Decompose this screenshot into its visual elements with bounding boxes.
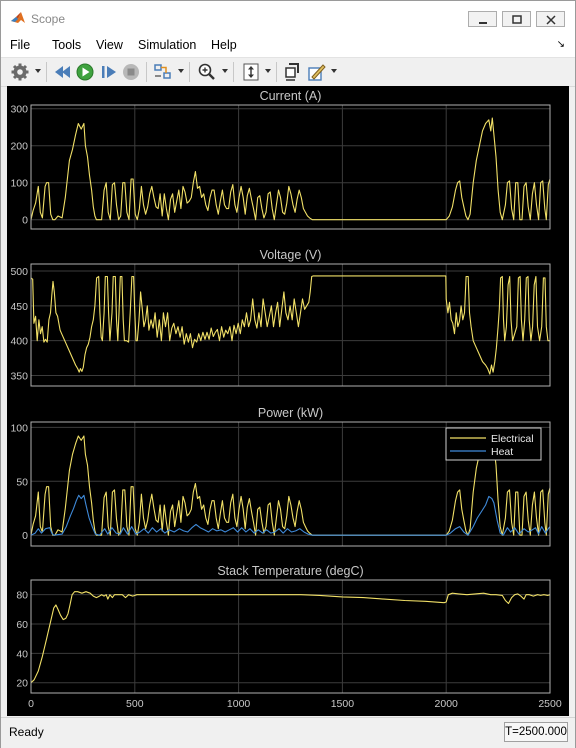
toolbar-separator (46, 62, 47, 82)
step-forward-icon[interactable] (99, 62, 119, 82)
series-line (30, 117, 551, 221)
axes-3: Power (kW) 0 50 100 ElectricalHeat (10, 406, 551, 547)
minimize-button[interactable] (468, 11, 497, 27)
y-tick-label: 100 (10, 422, 28, 434)
highlight-dropdown-arrow[interactable] (178, 69, 184, 73)
legend: ElectricalHeat (445, 427, 542, 461)
gear-dropdown-arrow[interactable] (35, 69, 41, 73)
toolbar (1, 57, 575, 87)
toolbar-separator (189, 62, 190, 82)
y-tick-label: 200 (10, 141, 28, 153)
y-tick-label: 350 (10, 371, 28, 383)
legend-label: Electrical (491, 433, 534, 445)
x-tick-label: 2500 (538, 698, 562, 710)
menu-view[interactable]: View (96, 38, 123, 52)
menu-help[interactable]: Help (211, 38, 237, 52)
status-bar: Ready T=2500.000 (1, 717, 575, 748)
status-text: Ready (9, 725, 44, 739)
y-tick-label: 500 (10, 266, 28, 278)
legend-label: Heat (491, 446, 513, 458)
series-line (30, 591, 551, 684)
axes-1: Current (A) 0 100 200 300 (10, 89, 551, 230)
y-tick-label: 0 (22, 215, 28, 227)
plot-area: Current (A) 0 100 200 300 Voltage (V) 350 400 45… (7, 86, 569, 716)
simulation-time: T=2500.000 (504, 722, 568, 742)
menu-file[interactable]: File (10, 38, 30, 52)
axes-title: Voltage (V) (260, 248, 322, 262)
window-title: Scope (31, 12, 66, 26)
run-icon[interactable] (75, 62, 95, 82)
x-tick-label: 1000 (227, 698, 251, 710)
y-tick-label: 0 (22, 530, 28, 542)
undock-icon[interactable]: ↘ (557, 39, 565, 50)
series-line (30, 275, 550, 375)
maximize-button[interactable] (502, 11, 531, 27)
toggle-legend-icon[interactable] (283, 62, 303, 82)
scale-dropdown-arrow[interactable] (265, 69, 271, 73)
close-button[interactable] (536, 11, 565, 27)
y-tick-label: 300 (10, 104, 28, 116)
menu-bar: File Tools View Simulation Help ↘ (1, 33, 575, 57)
x-tick-label: 2000 (435, 698, 459, 710)
y-tick-label: 80 (16, 590, 28, 602)
axes-title: Power (kW) (258, 406, 323, 420)
x-tick-label: 0 (28, 698, 34, 710)
menu-tools[interactable]: Tools (52, 38, 81, 52)
y-tick-label: 40 (16, 648, 28, 660)
step-back-icon[interactable] (53, 62, 73, 82)
style-icon[interactable] (307, 62, 327, 82)
x-tick-label: 1500 (331, 698, 355, 710)
maximize-icon (512, 15, 522, 24)
close-icon (546, 15, 556, 25)
axes-title: Stack Temperature (degC) (217, 564, 363, 578)
y-tick-label: 450 (10, 301, 28, 313)
axes-title: Current (A) (260, 89, 322, 103)
scope-plots: Current (A)0100200300Voltage (V)35040045… (10, 89, 562, 710)
toolbar-separator (276, 62, 277, 82)
y-tick-label: 400 (10, 336, 28, 348)
toolbar-separator (146, 62, 147, 82)
y-tick-label: 50 (16, 476, 28, 488)
matlab-logo-icon (11, 12, 25, 23)
y-tick-label: 20 (16, 678, 28, 690)
minimize-icon (479, 22, 487, 24)
title-bar: Scope (1, 1, 575, 33)
axes-4: Stack Temperature (degC) 20 40 60 80 0 500 1000… (16, 564, 562, 710)
style-dropdown-arrow[interactable] (331, 69, 337, 73)
y-tick-label: 100 (10, 178, 28, 190)
gear-icon[interactable] (10, 62, 30, 82)
axes-2: Voltage (V) 350 400 450 500 (10, 248, 551, 387)
scope-window: Scope File Tools View Simulation Help ↘ (0, 0, 576, 748)
menu-simulation[interactable]: Simulation (138, 38, 196, 52)
y-tick-label: 60 (16, 619, 28, 631)
stop-icon[interactable] (121, 62, 141, 82)
scale-y-icon[interactable] (241, 62, 261, 82)
toolbar-separator (233, 62, 234, 82)
x-tick-label: 500 (126, 698, 144, 710)
highlight-signal-icon[interactable] (153, 62, 173, 82)
zoom-dropdown-arrow[interactable] (222, 69, 228, 73)
zoom-in-icon[interactable] (197, 62, 217, 82)
axes-border (30, 104, 551, 230)
